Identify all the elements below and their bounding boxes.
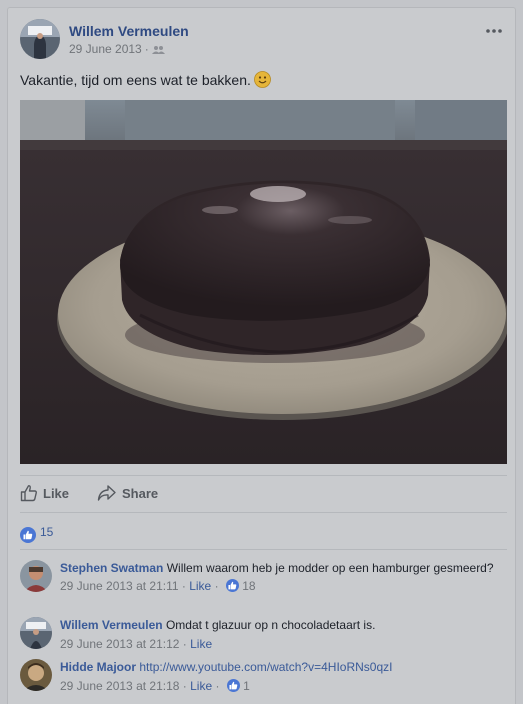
post-actions-bar: Like Share [20,475,507,513]
comment-body: Hidde Majoor http://www.youtube.com/watc… [60,659,500,694]
comment-author[interactable]: Hidde Majoor [60,660,136,674]
smile-emoji-icon [253,71,271,91]
comment-meta: 29 June 2013 at 21:18 · Like · 1 [60,679,250,693]
comment-link[interactable]: http://www.youtube.com/watch?v=4HIoRNs0q… [139,660,392,674]
comment-like-button[interactable]: Like [190,679,212,693]
post-header: Willem Vermeulen 29 June 2013 · [20,19,502,59]
comment-like-count[interactable]: 1 [243,679,250,693]
post-author-name[interactable]: Willem Vermeulen [69,23,189,39]
comment-time[interactable]: 29 June 2013 at 21:18 [60,679,179,693]
post-message: Vakantie, tijd om eens wat te bakken. [20,72,251,88]
cake-photo-image [20,100,507,464]
commenter-avatar[interactable] [20,659,52,691]
thumbs-up-icon [20,485,37,502]
post-card: Willem Vermeulen 29 June 2013 · Vakantie,… [7,7,516,704]
comment-body: Willem Vermeulen Omdat t glazuur op n ch… [60,617,500,652]
reactions-summary[interactable]: 15 [20,523,54,543]
like-button-label: Like [43,486,70,501]
post-date[interactable]: 29 June 2013 [69,42,142,56]
share-button-label: Share [122,486,159,501]
more-options-icon[interactable] [486,23,502,37]
friends-icon[interactable] [151,44,165,58]
comments-divider [20,549,507,550]
comment-time[interactable]: 29 June 2013 at 21:12 [60,637,179,651]
like-reaction-icon [225,579,239,592]
comment-time[interactable]: 29 June 2013 at 21:11 [60,579,179,593]
comment-text: Omdat t glazuur op n chocoladetaart is. [165,618,376,632]
comment-text: Willem waarom heb je modder op een hambu… [166,561,494,575]
comment-meta: 29 June 2013 at 21:11 · Like · 18 [60,579,256,593]
comment-like-button[interactable]: Like [189,579,211,593]
comment-author[interactable]: Willem Vermeulen [60,618,163,632]
share-arrow-icon [97,485,116,501]
comment-item: Hidde Majoor http://www.youtube.com/watc… [20,659,507,695]
reactions-count: 15 [40,525,54,539]
post-photo[interactable] [20,100,507,464]
commenter-avatar[interactable] [20,617,52,649]
like-reaction-icon [226,679,240,692]
comment-item: Willem Vermeulen Omdat t glazuur op n ch… [20,617,507,653]
comment-item: Stephen Swatman Willem waarom heb je mod… [20,560,507,606]
commenter-avatar[interactable] [20,560,52,592]
like-reaction-icon [20,526,36,543]
comment-meta: 29 June 2013 at 21:12 · Like [60,637,213,651]
post-meta: 29 June 2013 · [69,42,165,58]
share-button[interactable]: Share [97,484,158,504]
like-button[interactable]: Like [20,484,69,504]
post-text: Vakantie, tijd om eens wat te bakken. [20,71,271,91]
comment-like-count[interactable]: 18 [242,579,255,593]
comment-body: Stephen Swatman Willem waarom heb je mod… [60,560,500,594]
comment-like-button[interactable]: Like [190,637,212,651]
meta-separator: · [144,42,149,56]
author-avatar[interactable] [20,19,60,59]
comment-author[interactable]: Stephen Swatman [60,561,163,575]
